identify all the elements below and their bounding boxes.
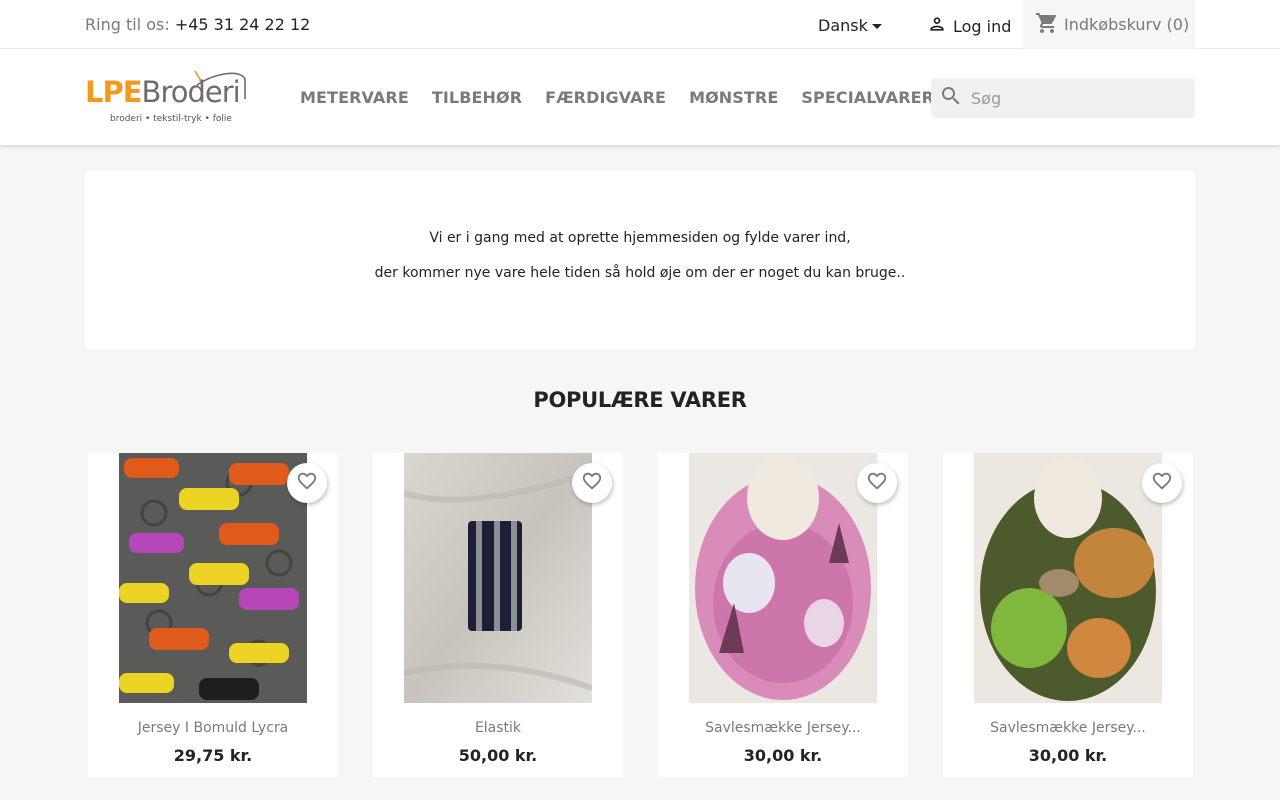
logo-wordmark: LPEBroderi [85,75,241,109]
search-icon[interactable] [939,84,963,112]
product-price: 30,00 kr. [1028,746,1108,765]
wishlist-button[interactable] [287,463,327,503]
search-box [931,78,1195,118]
nav-monstre[interactable]: MØNSTRE [689,88,778,107]
wishlist-button[interactable] [857,463,897,503]
product-price: 30,00 kr. [743,746,823,765]
section-title: POPULÆRE VARER [533,388,747,412]
product-card[interactable]: Jersey I Bomuld Lycra 29,75 kr. [88,453,338,777]
product-card[interactable]: Savlesmække Jersey... 30,00 kr. [943,453,1193,777]
product-image[interactable] [689,453,877,703]
product-price: 50,00 kr. [458,746,538,765]
product-price: 29,75 kr. [173,746,253,765]
product-image[interactable] [974,453,1162,703]
search-input[interactable] [971,88,1181,108]
notice-line-1: Vi er i gang med at oprette hjemmesiden … [429,230,851,246]
product-image[interactable] [119,453,307,703]
contact-phone: Ring til os: +45 31 24 22 12 [85,15,310,34]
main-nav: METERVARE TILBEHØR FÆRDIGVARE MØNSTRE SP… [300,88,934,107]
person-icon [927,14,947,38]
site-logo[interactable]: LPEBroderi broderi • tekstil-tryk • foli… [85,69,250,127]
login-label: Log ind [953,16,1012,36]
product-name[interactable]: Savlesmække Jersey... [658,720,908,736]
heart-outline-icon [1151,470,1173,496]
caret-down-icon [871,24,882,29]
language-label: Dansk [818,16,868,35]
nav-tilbehor[interactable]: TILBEHØR [432,88,522,107]
heart-outline-icon [581,470,603,496]
logo-tagline: broderi • tekstil-tryk • folie [110,114,232,124]
main-header: LPEBroderi broderi • tekstil-tryk • foli… [0,49,1280,145]
phone-number[interactable]: +45 31 24 22 12 [175,15,311,34]
logo-rest: Broderi [141,75,241,109]
nav-metervare[interactable]: METERVARE [300,88,409,107]
heart-outline-icon [296,470,318,496]
info-notice: Vi er i gang med at oprette hjemmesiden … [85,170,1195,350]
wishlist-button[interactable] [1142,463,1182,503]
cart-label: Indkøbskurv [1064,15,1162,34]
cart-count: (0) [1166,15,1190,34]
notice-line-2: der kommer nye vare hele tiden så hold ø… [374,265,906,281]
nav-specialvarer[interactable]: SPECIALVARER [801,88,934,107]
product-card[interactable]: Elastik 50,00 kr. [373,453,623,777]
top-bar: Ring til os: +45 31 24 22 12 Dansk Log i… [0,0,1280,49]
product-name[interactable]: Savlesmække Jersey... [943,720,1193,736]
product-name[interactable]: Jersey I Bomuld Lycra [88,720,338,736]
wishlist-button[interactable] [572,463,612,503]
phone-label: Ring til os: [85,15,170,34]
shopping-cart-icon [1035,11,1059,39]
login-link[interactable]: Log ind [927,14,1011,38]
product-image[interactable] [404,453,592,703]
heart-outline-icon [866,470,888,496]
product-name[interactable]: Elastik [373,720,623,736]
language-selector[interactable]: Dansk [818,16,882,35]
logo-accent: LPE [85,75,143,109]
nav-faerdigvare[interactable]: FÆRDIGVARE [545,88,666,107]
product-card[interactable]: Savlesmække Jersey... 30,00 kr. [658,453,908,777]
cart-button[interactable]: Indkøbskurv (0) [1023,0,1195,49]
